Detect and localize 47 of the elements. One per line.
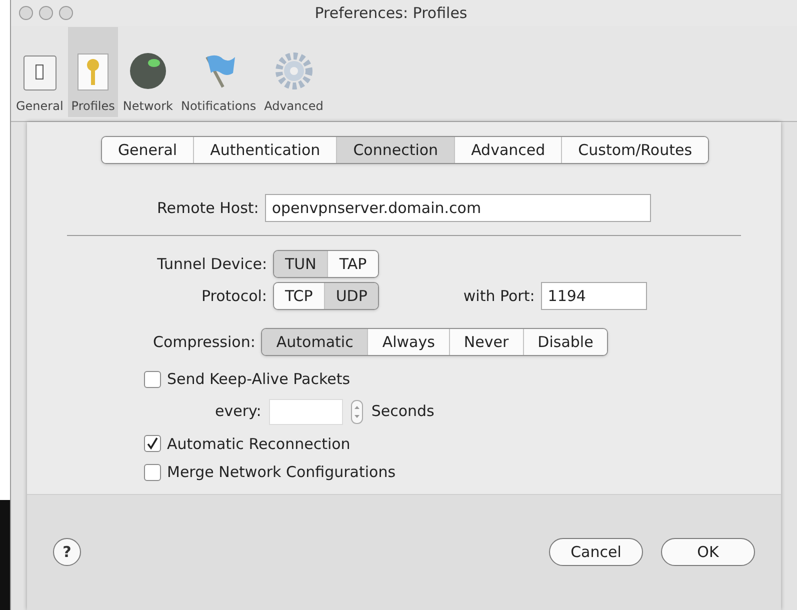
unit-label: Seconds [371, 401, 434, 422]
checkbox[interactable] [144, 370, 161, 388]
interval-field[interactable] [269, 398, 344, 424]
field-label: Protocol: [200, 286, 267, 307]
tab[interactable]: Advanced [454, 137, 562, 163]
segment-button[interactable]: Always [367, 329, 449, 355]
segment-button[interactable]: UDP [324, 283, 378, 309]
globe-icon [128, 51, 168, 91]
field-label: Compression: [153, 332, 256, 353]
switch-panel-icon [22, 55, 57, 91]
window-control-button[interactable] [19, 6, 33, 20]
segment-button[interactable]: Never [448, 329, 523, 355]
toolbar-button[interactable]: Notifications [178, 27, 260, 117]
window-control-button[interactable] [59, 6, 73, 20]
dialog-button[interactable]: Cancel [549, 538, 643, 566]
field-label: with Port: [463, 286, 535, 307]
segment-button[interactable]: Disable [522, 329, 608, 355]
help-button[interactable]: ? [53, 538, 81, 566]
key-icon [76, 53, 110, 91]
window-title: Preferences: Profiles [314, 2, 468, 24]
window-control-button[interactable] [39, 6, 53, 20]
gear-icon [274, 51, 314, 91]
checkbox-label: Send Keep-Alive Packets [167, 369, 350, 390]
field-label: every: [215, 401, 262, 422]
segment-button[interactable]: TUN [274, 251, 328, 277]
toolbar-button[interactable]: Advanced [261, 27, 326, 117]
tab[interactable]: Authentication [193, 137, 336, 163]
segment-button[interactable]: TCP [274, 283, 324, 309]
checkbox-label: Merge Network Configurations [167, 462, 396, 483]
toolbar-button[interactable]: Network [120, 27, 176, 117]
tab[interactable]: Connection [336, 137, 454, 163]
toolbar-button[interactable]: Profiles [68, 27, 118, 117]
segment-button[interactable]: TAP [327, 251, 378, 277]
tab[interactable]: General [102, 137, 194, 163]
remote-host-field[interactable]: openvpnserver.domain.com [264, 194, 651, 222]
tab[interactable]: Custom/Routes [561, 137, 708, 163]
checkbox[interactable] [144, 435, 161, 452]
field-label: Remote Host: [157, 198, 259, 219]
checkmark-icon [146, 437, 159, 450]
dialog-button[interactable]: OK [661, 538, 755, 566]
stepper-icon[interactable] [351, 400, 364, 424]
toolbar-button[interactable]: General [13, 27, 66, 117]
field-label: Tunnel Device: [156, 254, 267, 275]
port-field[interactable]: 1194 [540, 282, 647, 310]
checkbox[interactable] [144, 464, 161, 481]
segment-button[interactable]: Automatic [262, 329, 368, 355]
checkbox-label: Automatic Reconnection [167, 434, 350, 454]
